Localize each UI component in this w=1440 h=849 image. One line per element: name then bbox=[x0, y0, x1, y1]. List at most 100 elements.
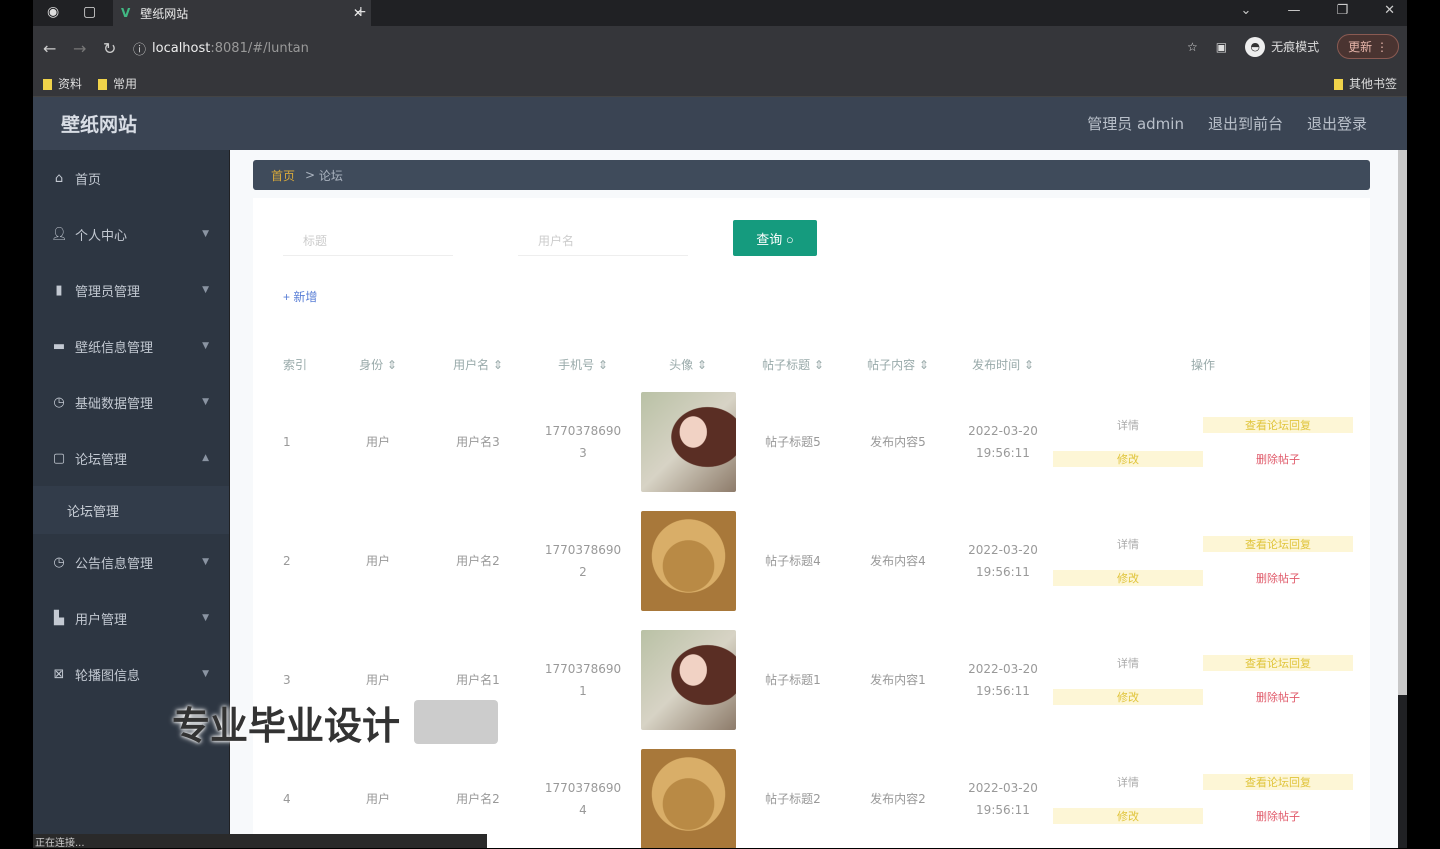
edit-button[interactable]: 修改 bbox=[1053, 569, 1203, 586]
reload-icon[interactable]: ↻ bbox=[103, 39, 133, 58]
column-header[interactable]: 帖子内容 ⇕ bbox=[843, 346, 953, 382]
cell-avatar bbox=[633, 382, 743, 501]
cell-time: 2022-03-20 19:56:11 bbox=[968, 423, 1038, 460]
update-button[interactable]: 更新 ⋮ bbox=[1337, 34, 1399, 59]
column-header[interactable]: 头像 ⇕ bbox=[633, 346, 743, 382]
cell-username: 用户名3 bbox=[456, 434, 500, 449]
cell-index: 1 bbox=[283, 434, 291, 449]
delete-button[interactable]: 删除帖子 bbox=[1203, 689, 1353, 705]
chevron-down-icon: ▼ bbox=[202, 285, 209, 295]
column-header[interactable]: 手机号 ⇕ bbox=[533, 346, 633, 382]
query-button[interactable]: 查询 ○ bbox=[733, 220, 817, 256]
delete-button[interactable]: 删除帖子 bbox=[1203, 808, 1353, 824]
sidebar-item-wallpapers[interactable]: ▬ 壁纸信息管理 ▼ bbox=[33, 318, 229, 374]
cell-phone: 17703786902 bbox=[544, 542, 622, 579]
sidebar-icon[interactable]: ▣ bbox=[1216, 40, 1227, 54]
cell-actions: 详情 查看论坛回复 修改 删除帖子 bbox=[1053, 620, 1353, 739]
chat-icon: ▢ bbox=[52, 450, 66, 466]
view-replies-button[interactable]: 查看论坛回复 bbox=[1203, 416, 1353, 433]
cell-title: 帖子标题1 bbox=[765, 672, 821, 687]
incognito-icon: ◓ bbox=[1245, 36, 1266, 57]
detail-button[interactable]: 详情 bbox=[1053, 536, 1203, 552]
avatar-image[interactable] bbox=[640, 748, 736, 848]
column-header[interactable]: 操作 bbox=[1053, 346, 1353, 382]
column-header[interactable]: 用户名 ⇕ bbox=[423, 346, 533, 382]
bookmark-folder[interactable]: 常用 bbox=[98, 75, 137, 92]
cell-title: 帖子标题2 bbox=[765, 791, 821, 806]
minimize-icon[interactable]: — bbox=[1287, 3, 1300, 18]
edit-button[interactable]: 修改 bbox=[1053, 688, 1203, 705]
sidebar-subitem-forum[interactable]: 论坛管理 bbox=[33, 486, 229, 534]
avatar-image[interactable] bbox=[640, 510, 736, 611]
cell-index: 4 bbox=[283, 791, 291, 806]
cell-title: 帖子标题4 bbox=[765, 553, 821, 568]
logout-link[interactable]: 退出登录 bbox=[1307, 113, 1367, 134]
add-button[interactable]: + 新增 bbox=[283, 288, 317, 305]
cell-content: 发布内容2 bbox=[870, 791, 926, 806]
restore-icon[interactable]: ❐ bbox=[1336, 3, 1348, 18]
username-search-input[interactable]: 用户名 bbox=[518, 224, 688, 256]
detail-button[interactable]: 详情 bbox=[1053, 417, 1203, 433]
browser-tab[interactable]: V 壁纸网站 ✕ bbox=[113, 0, 371, 26]
column-header[interactable]: 发布时间 ⇕ bbox=[953, 346, 1053, 382]
user-icon: 👤︎ bbox=[51, 226, 68, 242]
sidebar-item-profile[interactable]: 👤︎ 个人中心 ▼ bbox=[33, 206, 229, 262]
view-replies-button[interactable]: 查看论坛回复 bbox=[1203, 773, 1353, 790]
column-header[interactable]: 帖子标题 ⇕ bbox=[743, 346, 843, 382]
users-icon: ▙ bbox=[54, 610, 64, 626]
chevron-down-icon: ▼ bbox=[202, 669, 209, 679]
detail-button[interactable]: 详情 bbox=[1053, 774, 1203, 790]
delete-button[interactable]: 删除帖子 bbox=[1203, 451, 1353, 467]
cell-actions: 详情 查看论坛回复 修改 删除帖子 bbox=[1053, 739, 1353, 848]
tab-search-icon[interactable]: ⌄ bbox=[1241, 3, 1252, 18]
new-tab-icon[interactable]: + bbox=[355, 4, 367, 20]
globe-icon[interactable]: ◉ bbox=[47, 4, 59, 20]
tab-overview-icon[interactable]: ▢ bbox=[83, 4, 96, 20]
cell-phone: 17703786903 bbox=[544, 423, 622, 460]
scrollbar[interactable] bbox=[1398, 150, 1407, 695]
chart-icon: ▮ bbox=[55, 282, 63, 298]
sidebar-item-base-data[interactable]: ◷ 基础数据管理 ▼ bbox=[33, 374, 229, 430]
cell-avatar bbox=[633, 501, 743, 620]
cell-index: 2 bbox=[283, 553, 291, 568]
sidebar-item-carousel[interactable]: ⊠ 轮播图信息 ▼ bbox=[33, 646, 229, 702]
bookmark-folder[interactable]: 资料 bbox=[43, 75, 82, 92]
title-search-input[interactable]: 标题 bbox=[283, 224, 453, 256]
exit-to-front-link[interactable]: 退出到前台 bbox=[1208, 113, 1283, 134]
avatar-image[interactable] bbox=[640, 629, 736, 730]
forward-icon[interactable]: → bbox=[73, 39, 103, 58]
view-replies-button[interactable]: 查看论坛回复 bbox=[1203, 535, 1353, 552]
sidebar-item-users[interactable]: ▙ 用户管理 ▼ bbox=[33, 590, 229, 646]
cell-avatar bbox=[633, 620, 743, 739]
cell-time: 2022-03-20 19:56:11 bbox=[968, 661, 1038, 698]
edit-button[interactable]: 修改 bbox=[1053, 807, 1203, 824]
cell-actions: 详情 查看论坛回复 修改 删除帖子 bbox=[1053, 501, 1353, 620]
delete-button[interactable]: 删除帖子 bbox=[1203, 570, 1353, 586]
sidebar-item-forum[interactable]: ▢ 论坛管理 ▲ bbox=[33, 430, 229, 486]
incognito-badge[interactable]: ◓ 无痕模式 bbox=[1245, 36, 1319, 57]
address-bar[interactable]: localhost:8081/#/luntan bbox=[152, 41, 309, 56]
close-window-icon[interactable]: ✕ bbox=[1384, 3, 1395, 18]
other-bookmarks[interactable]: 其他书签 bbox=[1333, 75, 1397, 92]
edit-button[interactable]: 修改 bbox=[1053, 450, 1203, 467]
table-row: 4 用户 用户名2 17703786904 帖子标题2 发布内容2 2022-0… bbox=[273, 739, 1353, 848]
cell-phone: 17703786901 bbox=[544, 661, 622, 698]
column-header[interactable]: 索引 bbox=[273, 346, 333, 382]
sidebar-item-home[interactable]: ⌂ 首页 bbox=[33, 150, 229, 206]
star-icon[interactable]: ☆ bbox=[1187, 40, 1198, 54]
chevron-down-icon: ▼ bbox=[202, 557, 209, 567]
detail-button[interactable]: 详情 bbox=[1053, 655, 1203, 671]
forum-table: 索引 身份 ⇕ 用户名 ⇕ 手机号 ⇕ 头像 ⇕ 帖子标题 ⇕ 帖子内容 ⇕ 发布时间 ⇕ 操作… bbox=[273, 346, 1353, 848]
clock-icon: ◷ bbox=[53, 394, 65, 410]
cell-username: 用户名2 bbox=[456, 791, 500, 806]
breadcrumb-home[interactable]: 首页 bbox=[271, 167, 295, 184]
avatar-image[interactable] bbox=[640, 391, 736, 492]
cell-content: 发布内容4 bbox=[870, 553, 926, 568]
sidebar-item-notices[interactable]: ◷ 公告信息管理 ▼ bbox=[33, 534, 229, 590]
view-replies-button[interactable]: 查看论坛回复 bbox=[1203, 654, 1353, 671]
sidebar-item-admins[interactable]: ▮ 管理员管理 ▼ bbox=[33, 262, 229, 318]
column-header[interactable]: 身份 ⇕ bbox=[333, 346, 423, 382]
cell-actions: 详情 查看论坛回复 修改 删除帖子 bbox=[1053, 382, 1353, 501]
cell-time: 2022-03-20 19:56:11 bbox=[968, 542, 1038, 579]
back-icon[interactable]: ← bbox=[43, 39, 73, 58]
